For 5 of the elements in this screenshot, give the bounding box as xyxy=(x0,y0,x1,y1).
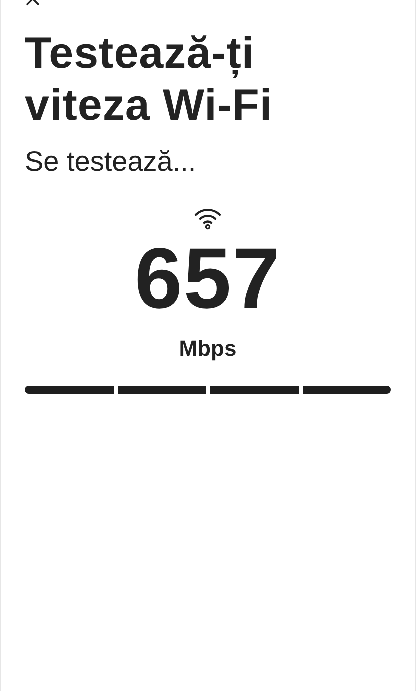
speed-unit: Mbps xyxy=(179,336,237,362)
page-title: Testează-ți viteza Wi-Fi xyxy=(25,28,274,132)
status-text: Se testează... xyxy=(25,146,198,178)
speed-value: 657 xyxy=(134,234,282,324)
wifi-icon xyxy=(193,206,223,230)
